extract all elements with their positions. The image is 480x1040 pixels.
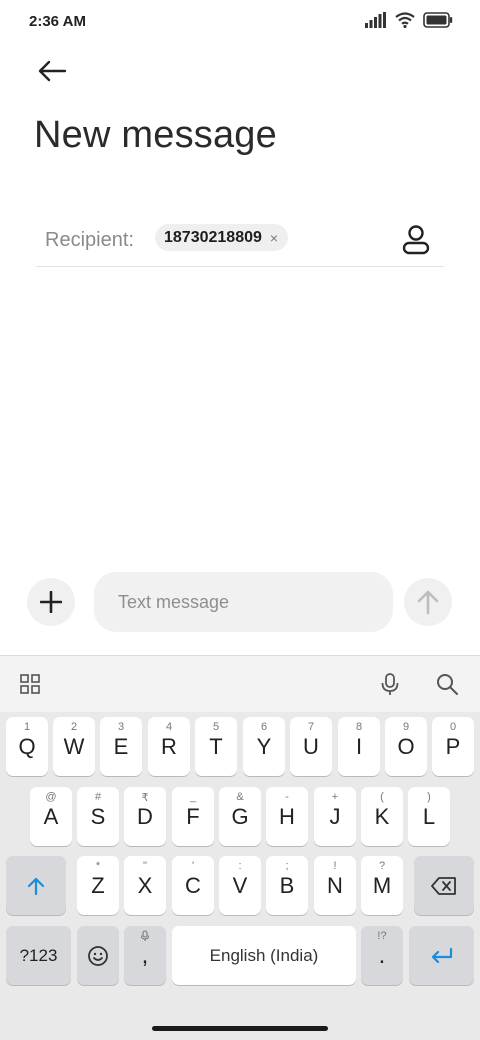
back-arrow-icon xyxy=(38,60,67,82)
key-i[interactable]: 8I xyxy=(338,717,380,776)
key-r[interactable]: 4R xyxy=(148,717,190,776)
key-a[interactable]: @ A xyxy=(30,787,72,846)
enter-arrow-icon xyxy=(431,947,452,963)
message-input[interactable] xyxy=(94,572,393,632)
key-w[interactable]: 2W xyxy=(53,717,95,776)
status-icons xyxy=(365,12,453,33)
send-button[interactable] xyxy=(404,578,452,626)
status-bar: 2:36 AM xyxy=(0,0,480,44)
emoji-icon xyxy=(88,945,108,966)
key-n[interactable]: ! N xyxy=(314,856,356,915)
backspace-key[interactable] xyxy=(414,856,474,915)
key-f[interactable]: _ F xyxy=(172,787,214,846)
emoji-key[interactable] xyxy=(77,926,119,985)
key-c[interactable]: ' C xyxy=(172,856,214,915)
signal-icon xyxy=(365,12,387,33)
shift-key[interactable] xyxy=(6,856,66,915)
attach-button[interactable] xyxy=(27,578,75,626)
plus-icon xyxy=(40,591,62,613)
symbols-key[interactable]: ?123 xyxy=(6,926,71,985)
comma-key[interactable]: , xyxy=(124,926,166,985)
key-b[interactable]: ; B xyxy=(266,856,308,915)
key-j[interactable]: + J xyxy=(314,787,356,846)
key-m[interactable]: ? M xyxy=(361,856,403,915)
add-contact-button[interactable] xyxy=(398,222,434,258)
key-g[interactable]: & G xyxy=(219,787,261,846)
shift-arrow-icon xyxy=(27,877,45,895)
keyboard-toolbar xyxy=(0,656,480,712)
search-icon[interactable] xyxy=(433,670,461,698)
period-key[interactable]: !?. xyxy=(361,926,403,985)
key-k[interactable]: (K xyxy=(361,787,403,846)
enter-key[interactable] xyxy=(409,926,474,985)
key-d[interactable]: ₹ D xyxy=(124,787,166,846)
battery-icon xyxy=(423,12,453,33)
recipient-label: Recipient: xyxy=(45,229,134,251)
key-e[interactable]: 3E xyxy=(100,717,142,776)
key-x[interactable]: " X xyxy=(124,856,166,915)
key-v[interactable]: :V xyxy=(219,856,261,915)
person-icon xyxy=(402,225,430,255)
page-title: New message xyxy=(34,114,277,156)
status-time: 2:36 AM xyxy=(29,13,86,30)
send-arrow-up-icon xyxy=(417,590,439,615)
keyboard: 1Q 2W 3E 4R 5T 6Y 7U 8I 9O 0P @ A # S ₹ D _… xyxy=(0,655,480,1040)
recipient-chip-number: 18730218809 xyxy=(164,228,262,246)
key-z[interactable]: * Z xyxy=(77,856,119,915)
apps-grid-icon[interactable] xyxy=(16,670,44,698)
key-s[interactable]: # S xyxy=(77,787,119,846)
home-indicator[interactable] xyxy=(152,1026,328,1031)
chip-remove-icon[interactable]: × xyxy=(270,231,278,245)
backspace-icon xyxy=(431,876,456,895)
space-key[interactable]: English (India) xyxy=(172,926,356,985)
microphone-icon[interactable] xyxy=(376,670,404,698)
key-y[interactable]: 6Y xyxy=(243,717,285,776)
recipient-row: Recipient: 18730218809 × xyxy=(36,214,444,267)
key-h[interactable]: -H xyxy=(266,787,308,846)
wifi-icon xyxy=(395,12,415,33)
key-t[interactable]: 5T xyxy=(195,717,237,776)
key-l[interactable]: ) L xyxy=(408,787,450,846)
key-u[interactable]: 7U xyxy=(290,717,332,776)
back-button[interactable] xyxy=(30,52,74,90)
key-q[interactable]: 1Q xyxy=(6,717,48,776)
key-p[interactable]: 0P xyxy=(432,717,474,776)
mic-hint-icon xyxy=(124,930,166,945)
key-o[interactable]: 9O xyxy=(385,717,427,776)
recipient-chip[interactable]: 18730218809 × xyxy=(155,224,289,251)
